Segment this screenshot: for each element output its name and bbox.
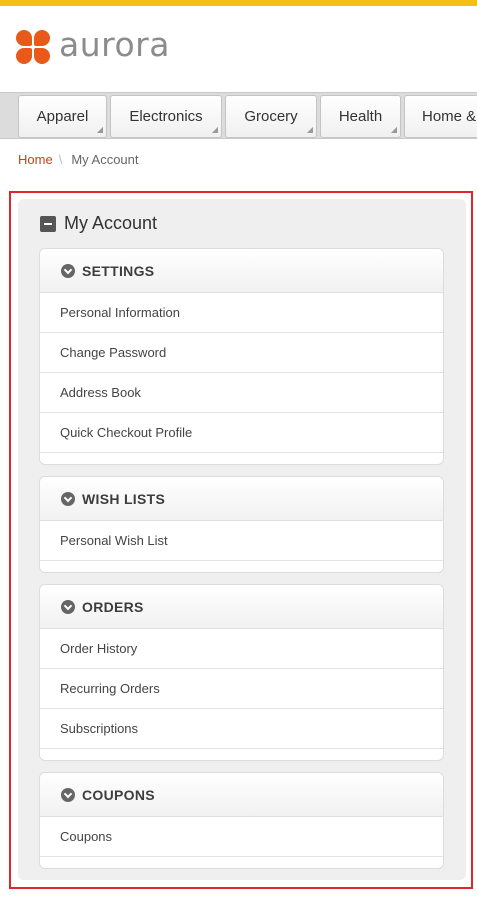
section-header-orders[interactable]: ORDERS xyxy=(40,585,443,629)
chevron-down-icon xyxy=(61,599,75,614)
link-personal-information[interactable]: Personal Information xyxy=(40,293,443,333)
site-header: aurora xyxy=(0,6,477,92)
link-address-book[interactable]: Address Book xyxy=(40,373,443,413)
section-title: ORDERS xyxy=(82,598,144,615)
link-subscriptions[interactable]: Subscriptions xyxy=(40,709,443,749)
section-coupons: COUPONS Coupons xyxy=(39,772,444,869)
section-header-coupons[interactable]: COUPONS xyxy=(40,773,443,817)
chevron-down-icon xyxy=(61,787,75,802)
nav-tab-apparel[interactable]: Apparel ◢ xyxy=(18,95,107,138)
page-title: My Account xyxy=(64,213,158,233)
breadcrumb-home-link[interactable]: Home xyxy=(18,152,53,167)
nav-tab-label: Electronics xyxy=(129,108,203,125)
brand-name: aurora xyxy=(59,25,170,64)
section-title: COUPONS xyxy=(82,786,155,803)
my-account-panel: My Account SETTINGS Personal Information… xyxy=(18,199,466,880)
nav-tab-label: Health xyxy=(338,108,383,125)
category-nav: Apparel ◢ Electronics ◢ Grocery ◢ Health… xyxy=(0,92,477,139)
chevron-down-icon xyxy=(61,491,75,506)
nav-tab-label: Apparel xyxy=(36,108,89,125)
dropdown-corner-icon: ◢ xyxy=(390,125,397,134)
dropdown-corner-icon: ◢ xyxy=(306,125,313,134)
section-title: WISH LISTS xyxy=(82,490,166,507)
dropdown-corner-icon: ◢ xyxy=(96,125,103,134)
collapse-minus-icon[interactable] xyxy=(40,215,56,232)
nav-tab-home[interactable]: Home & xyxy=(404,95,477,138)
nav-tab-label: Grocery xyxy=(244,108,298,125)
link-coupons[interactable]: Coupons xyxy=(40,817,443,857)
section-header-wish-lists[interactable]: WISH LISTS xyxy=(40,477,443,521)
nav-tab-label: Home & xyxy=(422,108,477,125)
section-header-settings[interactable]: SETTINGS xyxy=(40,249,443,293)
dropdown-corner-icon: ◢ xyxy=(211,125,218,134)
link-order-history[interactable]: Order History xyxy=(40,629,443,669)
breadcrumb-current: My Account xyxy=(71,152,139,167)
nav-tab-health[interactable]: Health ◢ xyxy=(320,95,401,138)
link-quick-checkout-profile[interactable]: Quick Checkout Profile xyxy=(40,413,443,453)
link-personal-wish-list[interactable]: Personal Wish List xyxy=(40,521,443,561)
nav-tab-grocery[interactable]: Grocery ◢ xyxy=(225,95,317,138)
my-account-header[interactable]: My Account xyxy=(40,213,157,234)
link-change-password[interactable]: Change Password xyxy=(40,333,443,373)
brand-logo[interactable]: aurora xyxy=(16,25,170,64)
section-wish-lists: WISH LISTS Personal Wish List xyxy=(39,476,444,573)
breadcrumb-separator: \ xyxy=(58,152,63,167)
breadcrumb: Home \ My Account xyxy=(18,152,139,167)
link-recurring-orders[interactable]: Recurring Orders xyxy=(40,669,443,709)
nav-tab-electronics[interactable]: Electronics ◢ xyxy=(110,95,222,138)
section-title: SETTINGS xyxy=(82,262,155,279)
flower-logo-icon xyxy=(16,30,50,64)
section-orders: ORDERS Order History Recurring Orders Su… xyxy=(39,584,444,761)
section-settings: SETTINGS Personal Information Change Pas… xyxy=(39,248,444,465)
chevron-down-icon xyxy=(61,263,75,278)
